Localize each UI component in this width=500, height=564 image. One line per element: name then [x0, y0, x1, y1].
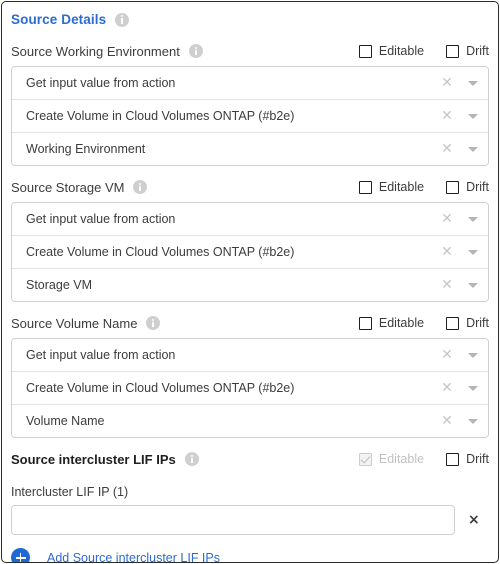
select-row[interactable]: Get input value from action ✕ [12, 339, 488, 372]
drift-checkbox-label: Drift [466, 452, 489, 466]
intercluster-lif-ip-input[interactable] [11, 505, 455, 535]
select-value: Storage VM [26, 278, 93, 292]
plus-icon[interactable] [11, 548, 30, 562]
drift-checkbox-label: Drift [466, 180, 489, 194]
select-value: Create Volume in Cloud Volumes ONTAP (#b… [26, 109, 295, 123]
field-label: Source intercluster LIF IPs [11, 451, 176, 467]
chevron-down-icon[interactable] [458, 216, 488, 222]
clear-icon[interactable]: ✕ [436, 381, 458, 395]
select-stack: Get input value from action ✕ Create Vol… [11, 66, 489, 166]
editable-checkbox-label: Editable [378, 316, 425, 330]
chevron-down-icon[interactable] [458, 249, 488, 255]
select-value: Get input value from action [26, 212, 176, 226]
chevron-down-icon[interactable] [458, 352, 488, 358]
field-label: Source Volume Name [11, 315, 138, 331]
clear-icon[interactable]: ✕ [436, 142, 458, 156]
select-value: Working Environment [26, 142, 146, 156]
editable-checkbox[interactable]: Editable [358, 316, 425, 330]
info-icon[interactable] [184, 452, 199, 466]
select-row[interactable]: Create Volume in Cloud Volumes ONTAP (#b… [12, 236, 488, 269]
select-row[interactable]: Get input value from action ✕ [12, 67, 488, 100]
field-header: Source Working Environment Editable Drif… [11, 39, 489, 63]
field-header: Source Volume Name Editable Drift [11, 311, 489, 335]
add-lif-ip-row[interactable]: Add Source intercluster LIF IPs [11, 548, 489, 563]
select-stack: Get input value from action ✕ Create Vol… [11, 202, 489, 302]
drift-checkbox-label: Drift [466, 44, 489, 58]
select-value: Get input value from action [26, 348, 176, 362]
drift-checkbox[interactable]: Drift [446, 180, 489, 194]
drift-checkbox[interactable]: Drift [446, 316, 489, 330]
select-value: Create Volume in Cloud Volumes ONTAP (#b… [26, 245, 295, 259]
remove-lif-ip-icon[interactable]: × [468, 513, 480, 527]
info-icon[interactable] [115, 12, 130, 27]
add-lif-ip-label[interactable]: Add Source intercluster LIF IPs [47, 551, 220, 563]
field-group-source-volume-name: Source Volume Name Editable Drift Get in… [11, 311, 489, 438]
clear-icon[interactable]: ✕ [436, 245, 458, 259]
editable-checkbox-box[interactable] [358, 316, 372, 330]
select-stack: Get input value from action ✕ Create Vol… [11, 338, 489, 438]
info-icon[interactable] [146, 316, 161, 330]
editable-checkbox-label: Editable [378, 452, 425, 466]
clear-icon[interactable]: ✕ [436, 348, 458, 362]
field-group-source-storage-vm: Source Storage VM Editable Drift Get inp… [11, 175, 489, 302]
editable-checkbox-label: Editable [378, 44, 425, 58]
field-group-source-working-environment: Source Working Environment Editable Drif… [11, 39, 489, 166]
field-header: Source Storage VM Editable Drift [11, 175, 489, 199]
chevron-down-icon[interactable] [458, 146, 488, 152]
select-value: Create Volume in Cloud Volumes ONTAP (#b… [26, 381, 295, 395]
drift-checkbox-label: Drift [466, 316, 489, 330]
info-icon[interactable] [133, 180, 148, 194]
editable-checkbox-box[interactable] [358, 180, 372, 194]
select-row[interactable]: Create Volume in Cloud Volumes ONTAP (#b… [12, 100, 488, 133]
editable-checkbox[interactable]: Editable [358, 180, 425, 194]
select-row[interactable]: Get input value from action ✕ [12, 203, 488, 236]
field-header: Source intercluster LIF IPs Editable Dri… [11, 447, 489, 471]
drift-checkbox-box[interactable] [446, 44, 460, 58]
intercluster-lif-ip-row: × [11, 505, 489, 535]
chevron-down-icon[interactable] [458, 385, 488, 391]
field-label: Source Working Environment [11, 43, 180, 59]
clear-icon[interactable]: ✕ [436, 414, 458, 428]
field-group-source-intercluster-lif-ips: Source intercluster LIF IPs Editable Dri… [11, 447, 489, 563]
drift-checkbox[interactable]: Drift [446, 452, 489, 466]
clear-icon[interactable]: ✕ [436, 278, 458, 292]
info-icon[interactable] [188, 44, 203, 58]
drift-checkbox-box[interactable] [446, 316, 460, 330]
editable-checkbox-label: Editable [378, 180, 425, 194]
chevron-down-icon[interactable] [458, 282, 488, 288]
drift-checkbox[interactable]: Drift [446, 44, 489, 58]
page-title: Source Details [11, 12, 107, 27]
source-details-card: Source Details Source Working Environmen… [1, 1, 499, 563]
chevron-down-icon[interactable] [458, 113, 488, 119]
field-label: Source Storage VM [11, 179, 125, 195]
select-value: Get input value from action [26, 76, 176, 90]
select-row[interactable]: Volume Name ✕ [12, 405, 488, 437]
chevron-down-icon[interactable] [458, 418, 488, 424]
chevron-down-icon[interactable] [458, 80, 488, 86]
editable-checkbox-box [358, 452, 372, 466]
select-value: Volume Name [26, 414, 105, 428]
select-row[interactable]: Create Volume in Cloud Volumes ONTAP (#b… [12, 372, 488, 405]
select-row[interactable]: Storage VM ✕ [12, 269, 488, 301]
select-row[interactable]: Working Environment ✕ [12, 133, 488, 165]
card-body: Source Details Source Working Environmen… [2, 2, 498, 563]
editable-checkbox: Editable [358, 452, 425, 466]
section-header: Source Details [11, 9, 489, 30]
drift-checkbox-box[interactable] [446, 180, 460, 194]
intercluster-lif-ip-label: Intercluster LIF IP (1) [11, 485, 129, 499]
clear-icon[interactable]: ✕ [436, 212, 458, 226]
editable-checkbox[interactable]: Editable [358, 44, 425, 58]
clear-icon[interactable]: ✕ [436, 109, 458, 123]
clear-icon[interactable]: ✕ [436, 76, 458, 90]
drift-checkbox-box[interactable] [446, 452, 460, 466]
editable-checkbox-box[interactable] [358, 44, 372, 58]
